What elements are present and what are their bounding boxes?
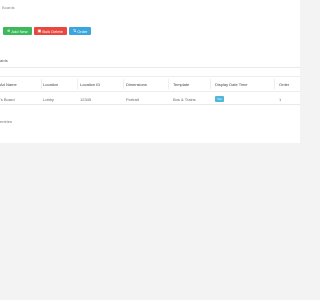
column-separator <box>168 79 169 89</box>
column-header-location-id[interactable]: Location ID <box>80 77 100 91</box>
bulk-delete-button[interactable]: ▣ Bulk Delete <box>33 27 67 35</box>
add-new-label: Add New <box>11 28 28 34</box>
status-badge: Yes <box>215 96 224 102</box>
column-header-template[interactable]: Template <box>173 77 189 91</box>
divider <box>0 104 300 105</box>
column-header-dimensions[interactable]: Dimensions <box>126 77 147 91</box>
table-header-row: Ad Name Location Location ID Dimensions … <box>0 76 300 92</box>
column-header-location[interactable]: Location <box>43 77 58 91</box>
table-info-text: entries <box>0 119 13 124</box>
column-separator <box>41 79 42 89</box>
section-title: ards <box>0 58 8 63</box>
sort-icon: ⇅ <box>72 28 77 33</box>
column-separator <box>77 79 78 89</box>
column-separator <box>123 79 124 89</box>
trash-icon: ▣ <box>37 28 42 33</box>
toolbar: ⊕ Add New ▣ Bulk Delete ⇅ Order <box>3 27 92 35</box>
boards-table: Ad Name Location Location ID Dimensions … <box>0 76 300 106</box>
column-separator <box>210 79 211 89</box>
column-separator <box>274 79 275 89</box>
order-button[interactable]: ⇅ Order <box>68 27 92 35</box>
breadcrumb[interactable]: Boards <box>2 5 15 10</box>
column-header-order[interactable]: Order <box>279 77 289 91</box>
order-label: Order <box>77 28 88 34</box>
divider <box>0 67 300 68</box>
column-header-ad-name[interactable]: Ad Name <box>0 77 17 91</box>
bulk-delete-label: Bulk Delete <box>42 28 63 34</box>
content-panel: Boards ⊕ Add New ▣ Bulk Delete ⇅ Order a… <box>0 0 300 143</box>
plus-icon: ⊕ <box>7 28 11 33</box>
column-header-display-date-time[interactable]: Display Date Time <box>215 77 247 91</box>
add-new-button[interactable]: ⊕ Add New <box>3 27 32 35</box>
